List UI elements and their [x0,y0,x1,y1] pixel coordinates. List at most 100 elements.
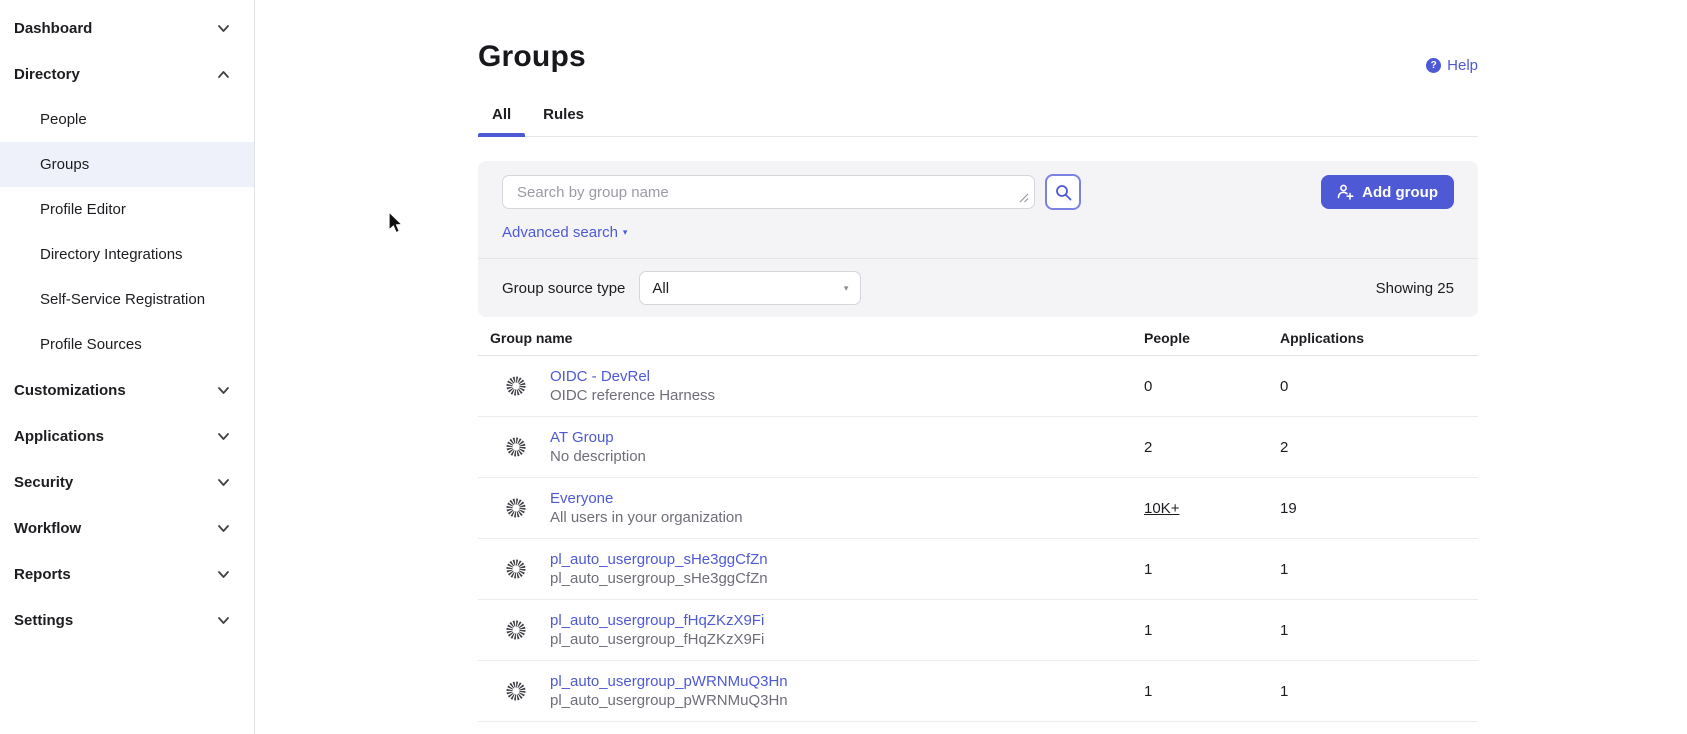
chevron-down-icon [217,22,230,35]
column-header-group-name: Group name [478,330,1144,346]
people-count-link[interactable]: 10K+ [1144,500,1179,517]
group-name-link[interactable]: pl_auto_usergroup_pWRNMuQ3Hn [550,673,788,690]
people-count: 1 [1144,622,1280,639]
people-count: 0 [1144,378,1280,395]
group-name-link[interactable]: AT Group [550,429,646,446]
sidebar-item-directory-integrations[interactable]: Directory Integrations [0,232,254,277]
applications-count: 2 [1280,439,1478,456]
group-source-type-select[interactable]: All ▾ [639,271,861,305]
people-count: 1 [1144,683,1280,700]
table-row: pl_auto_usergroup_fHqZKzX9Fi pl_auto_use… [478,600,1478,661]
sidebar-item-settings[interactable]: Settings [0,597,254,643]
question-mark-icon: ? [1426,58,1441,73]
search-filter-card: Add group Advanced search ▾ Group source… [478,161,1478,317]
group-icon [505,497,527,519]
sidebar-item-label: Profile Editor [40,201,126,218]
group-description: pl_auto_usergroup_pWRNMuQ3Hn [550,692,788,709]
sidebar: Dashboard Directory People Groups Profil… [0,0,255,734]
showing-count: Showing 25 [1376,280,1454,297]
chevron-down-icon [217,568,230,581]
group-name-link[interactable]: pl_auto_usergroup_sHe3ggCfZn [550,551,768,568]
group-icon [505,375,527,397]
selected-option: All [652,280,669,297]
applications-count: 1 [1280,683,1478,700]
sidebar-item-groups[interactable]: Groups [0,142,254,187]
group-icon [505,619,527,641]
caret-down-icon: ▾ [844,284,849,293]
search-input[interactable] [502,175,1035,209]
sidebar-item-profile-editor[interactable]: Profile Editor [0,187,254,232]
sidebar-item-label: Self-Service Registration [40,291,205,308]
sidebar-item-people[interactable]: People [0,97,254,142]
people-count: 2 [1144,439,1280,456]
sidebar-item-label: Workflow [14,520,81,537]
search-icon [1055,184,1072,201]
sidebar-item-label: Settings [14,612,73,629]
sidebar-item-label: Customizations [14,382,126,399]
add-group-button[interactable]: Add group [1321,175,1454,209]
group-description: All users in your organization [550,509,743,526]
sidebar-item-directory[interactable]: Directory [0,51,254,97]
group-icon [505,680,527,702]
table-row: pl_auto_usergroup_sHe3ggCfZn pl_auto_use… [478,539,1478,600]
applications-count: 0 [1280,378,1478,395]
sidebar-item-label: Security [14,474,73,491]
group-description: pl_auto_usergroup_sHe3ggCfZn [550,570,768,587]
main-content: ? Help Groups All Rules [255,0,1687,734]
column-header-people: People [1144,330,1280,346]
sidebar-item-self-service-registration[interactable]: Self-Service Registration [0,277,254,322]
chevron-up-icon [217,68,230,81]
chevron-down-icon [217,430,230,443]
group-name-link[interactable]: Everyone [550,490,743,507]
sidebar-item-reports[interactable]: Reports [0,551,254,597]
group-description: OIDC reference Harness [550,387,715,404]
sidebar-item-label: Groups [40,156,89,173]
sidebar-item-security[interactable]: Security [0,459,254,505]
column-header-applications: Applications [1280,330,1478,346]
group-source-type-label: Group source type [502,280,625,297]
sidebar-item-label: Profile Sources [40,336,142,353]
group-name-link[interactable]: pl_auto_usergroup_fHqZKzX9Fi [550,612,764,629]
sidebar-item-label: Reports [14,566,71,583]
advanced-search-link[interactable]: Advanced search ▾ [502,224,627,241]
table-row: Everyone All users in your organization … [478,478,1478,539]
groups-table: Group name People Applications OIDC - De… [478,330,1478,722]
sidebar-item-label: People [40,111,87,128]
page-title: Groups [478,40,1478,74]
applications-count: 19 [1280,500,1478,517]
people-count: 1 [1144,561,1280,578]
applications-count: 1 [1280,561,1478,578]
add-group-label: Add group [1362,184,1438,201]
help-link-label: Help [1447,57,1478,74]
group-description: No description [550,448,646,465]
chevron-down-icon [217,384,230,397]
group-name-link[interactable]: OIDC - DevRel [550,368,715,385]
table-header: Group name People Applications [478,330,1478,356]
add-user-icon [1337,184,1354,200]
tab-rules[interactable]: Rules [529,106,598,136]
search-button[interactable] [1045,174,1081,210]
tab-bar: All Rules [478,106,1478,137]
okta-admin-console: Dashboard Directory People Groups Profil… [0,0,1687,734]
group-icon [505,436,527,458]
sidebar-item-workflow[interactable]: Workflow [0,505,254,551]
group-icon [505,558,527,580]
resize-grip-icon[interactable] [1019,193,1029,203]
sidebar-item-dashboard[interactable]: Dashboard [0,5,254,51]
table-row: OIDC - DevRel OIDC reference Harness 0 0 [478,356,1478,417]
table-row: AT Group No description 2 2 [478,417,1478,478]
chevron-down-icon [217,614,230,627]
sidebar-item-label: Applications [14,428,104,445]
sidebar-item-customizations[interactable]: Customizations [0,367,254,413]
group-description: pl_auto_usergroup_fHqZKzX9Fi [550,631,764,648]
chevron-down-icon [217,522,230,535]
tab-all[interactable]: All [478,106,525,136]
sidebar-item-profile-sources[interactable]: Profile Sources [0,322,254,367]
caret-down-icon: ▾ [623,228,628,237]
chevron-down-icon [217,476,230,489]
applications-count: 1 [1280,622,1478,639]
table-row: pl_auto_usergroup_pWRNMuQ3Hn pl_auto_use… [478,661,1478,722]
sidebar-item-label: Directory [14,66,80,83]
help-link[interactable]: ? Help [1426,57,1478,74]
sidebar-item-applications[interactable]: Applications [0,413,254,459]
